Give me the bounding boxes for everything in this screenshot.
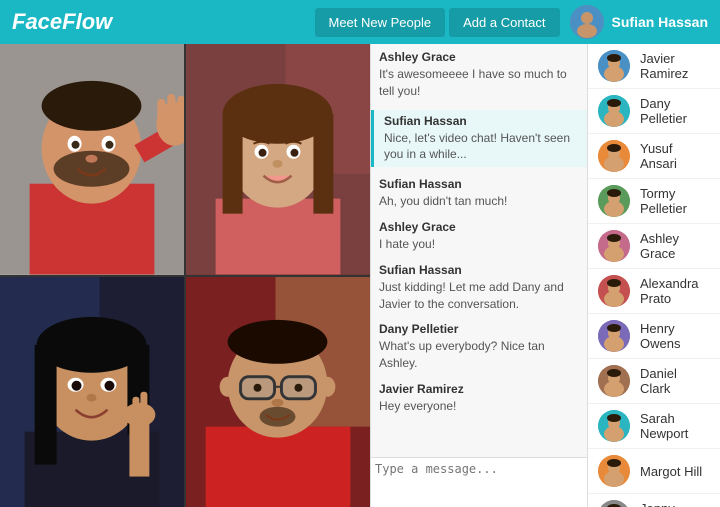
contact-avatar <box>598 320 630 352</box>
chat-message-0: Ashley Grace It's awesomeeee I have so mu… <box>379 50 579 100</box>
contact-name: Jonny Dowling <box>640 501 710 507</box>
video-cell-4 <box>186 277 370 507</box>
contact-avatar <box>598 410 630 442</box>
contact-name: Henry Owens <box>640 321 710 351</box>
chat-text: It's awesomeeee I have so much to tell y… <box>379 66 579 100</box>
chat-text: Nice, let's video chat! Haven't seen you… <box>384 130 581 164</box>
contact-avatar <box>598 455 630 487</box>
chat-sender: Dany Pelletier <box>379 322 579 336</box>
current-user: Sufian Hassan <box>570 5 708 39</box>
contact-name: Margot Hill <box>640 464 702 479</box>
chat-panel: Ashley Grace It's awesomeeee I have so mu… <box>370 44 588 507</box>
chat-text: Hey everyone! <box>379 398 579 415</box>
add-contact-button[interactable]: Add a Contact <box>449 8 559 37</box>
contact-item-6[interactable]: Henry Owens <box>588 314 720 359</box>
contact-name: Ashley Grace <box>640 231 710 261</box>
contact-item-10[interactable]: Jonny Dowling <box>588 494 720 507</box>
contact-name: Javier Ramirez <box>640 51 710 81</box>
contact-name: Daniel Clark <box>640 366 710 396</box>
video-cell-3 <box>0 277 184 507</box>
current-user-name: Sufian Hassan <box>612 14 708 30</box>
contact-item-7[interactable]: Daniel Clark <box>588 359 720 404</box>
logo: FaceFlow <box>12 9 311 35</box>
contact-item-1[interactable]: Dany Pelletier <box>588 89 720 134</box>
contact-name: Dany Pelletier <box>640 96 710 126</box>
chat-text: Just kidding! Let me add Dany and Javier… <box>379 279 579 313</box>
contact-item-3[interactable]: Tormy Pelletier <box>588 179 720 224</box>
chat-sender: Sufian Hassan <box>379 177 579 191</box>
contact-item-8[interactable]: Sarah Newport <box>588 404 720 449</box>
chat-text: Ah, you didn't tan much! <box>379 193 579 210</box>
contact-item-5[interactable]: Alexandra Prato <box>588 269 720 314</box>
chat-messages[interactable]: Ashley Grace It's awesomeeee I have so mu… <box>371 44 587 457</box>
meet-new-people-button[interactable]: Meet New People <box>315 8 446 37</box>
contact-name: Alexandra Prato <box>640 276 710 306</box>
video-cell-2 <box>186 44 370 275</box>
chat-sender: Javier Ramirez <box>379 382 579 396</box>
chat-input-area <box>371 457 587 507</box>
chat-message-6: Javier Ramirez Hey everyone! <box>379 382 579 415</box>
chat-sender: Ashley Grace <box>379 50 579 64</box>
contact-item-0[interactable]: Javier Ramirez <box>588 44 720 89</box>
contact-avatar <box>598 95 630 127</box>
contact-avatar <box>598 230 630 262</box>
contact-avatar <box>598 275 630 307</box>
contact-item-9[interactable]: Margot Hill <box>588 449 720 494</box>
contact-name: Yusuf Ansari <box>640 141 710 171</box>
contact-avatar <box>598 185 630 217</box>
contact-name: Tormy Pelletier <box>640 186 710 216</box>
contact-avatar <box>598 140 630 172</box>
contact-name: Sarah Newport <box>640 411 710 441</box>
chat-text: I hate you! <box>379 236 579 253</box>
chat-message-2: Sufian Hassan Ah, you didn't tan much! <box>379 177 579 210</box>
video-panel <box>0 44 370 507</box>
contacts-panel: Javier Ramirez Dany Pelletier Yusuf Ansa… <box>588 44 720 507</box>
chat-sender: Ashley Grace <box>379 220 579 234</box>
contact-avatar <box>598 365 630 397</box>
chat-text: What's up everybody? Nice tan Ashley. <box>379 338 579 372</box>
chat-input[interactable] <box>375 462 583 503</box>
chat-sender: Sufian Hassan <box>384 114 581 128</box>
chat-message-3: Ashley Grace I hate you! <box>379 220 579 253</box>
current-user-avatar <box>570 5 604 39</box>
contact-item-4[interactable]: Ashley Grace <box>588 224 720 269</box>
chat-sender: Sufian Hassan <box>379 263 579 277</box>
header: FaceFlow Meet New People Add a Contact S… <box>0 0 720 44</box>
chat-message-5: Dany Pelletier What's up everybody? Nice … <box>379 322 579 372</box>
main-layout: Ashley Grace It's awesomeeee I have so mu… <box>0 44 720 507</box>
chat-message-1: Sufian Hassan Nice, let's video chat! Hav… <box>371 110 587 168</box>
contact-avatar <box>598 500 630 507</box>
video-cell-1 <box>0 44 184 275</box>
chat-message-4: Sufian Hassan Just kidding! Let me add Da… <box>379 263 579 313</box>
contact-item-2[interactable]: Yusuf Ansari <box>588 134 720 179</box>
contact-avatar <box>598 50 630 82</box>
